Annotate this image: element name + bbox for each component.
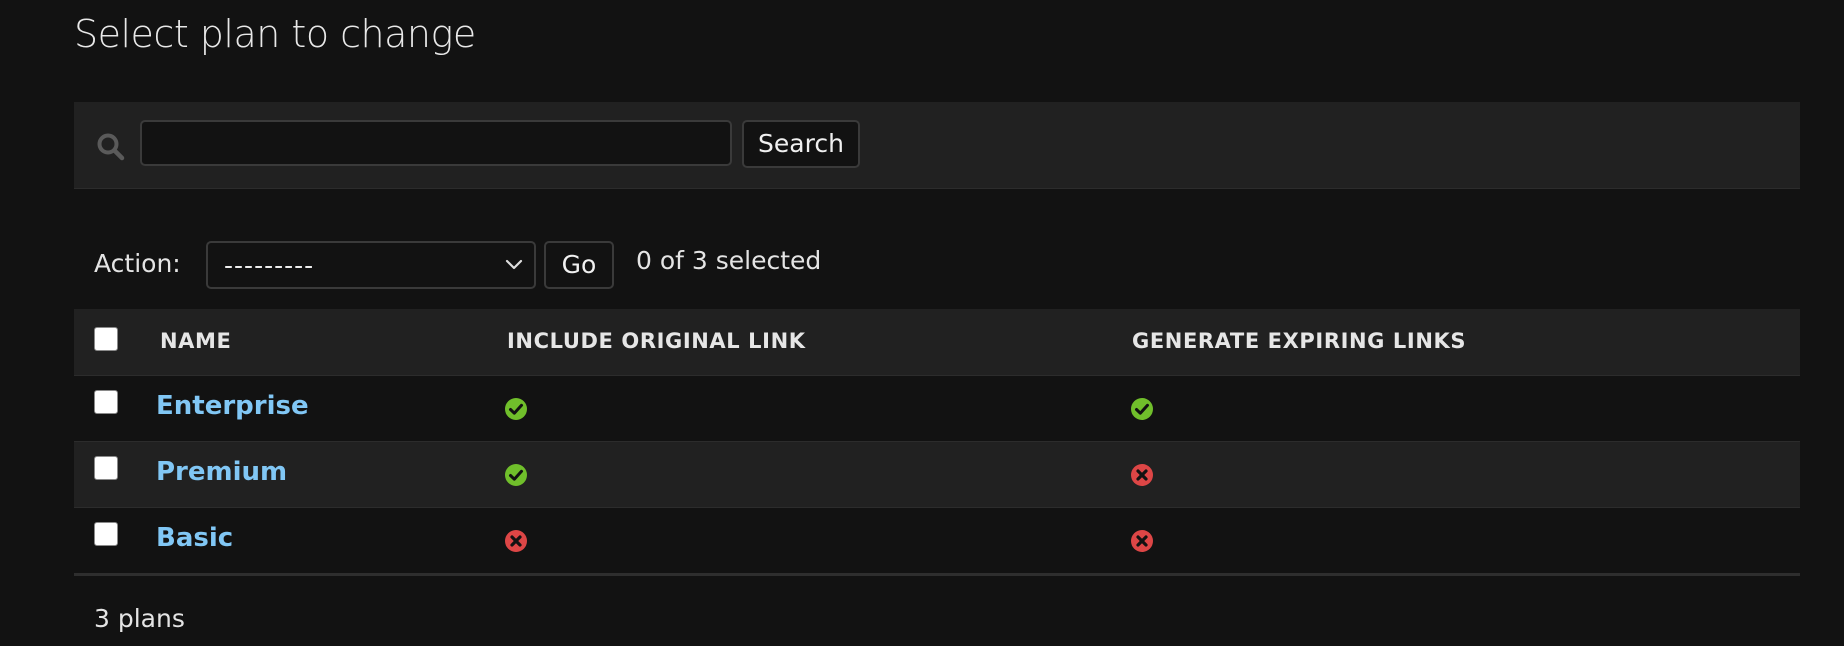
plan-link-enterprise[interactable]: Enterprise bbox=[156, 391, 309, 421]
results-table: Name Include original link Generate expi… bbox=[74, 309, 1800, 576]
check-circle-icon bbox=[505, 464, 527, 486]
chevron-down-icon bbox=[505, 259, 523, 270]
table-row: Basic bbox=[74, 508, 1800, 576]
changelist-page: Select plan to change Search Action: ---… bbox=[0, 0, 1844, 646]
check-circle-icon bbox=[505, 398, 527, 420]
table-row: Premium bbox=[74, 442, 1800, 508]
search-icon bbox=[97, 133, 125, 161]
column-header-generate-expiring-links[interactable]: Generate expiring links bbox=[1132, 329, 1466, 353]
plan-link-premium[interactable]: Premium bbox=[156, 457, 287, 487]
select-all-checkbox[interactable] bbox=[94, 327, 118, 351]
plan-link-basic[interactable]: Basic bbox=[156, 523, 233, 553]
search-button[interactable]: Search bbox=[742, 120, 860, 168]
row-checkbox[interactable] bbox=[94, 456, 118, 480]
search-bar: Search bbox=[74, 102, 1800, 189]
column-header-include-original-link[interactable]: Include original link bbox=[507, 329, 806, 353]
action-select-value: --------- bbox=[224, 251, 315, 280]
row-checkbox[interactable] bbox=[94, 522, 118, 546]
go-button[interactable]: Go bbox=[544, 241, 614, 289]
action-select[interactable]: --------- bbox=[206, 241, 536, 289]
result-count: 3 plans bbox=[94, 604, 185, 633]
page-title: Select plan to change bbox=[74, 12, 476, 56]
action-label: Action: bbox=[94, 249, 181, 278]
check-circle-icon bbox=[1131, 398, 1153, 420]
x-circle-icon bbox=[1131, 530, 1153, 552]
table-header: Name Include original link Generate expi… bbox=[74, 309, 1800, 376]
column-header-name[interactable]: Name bbox=[160, 329, 231, 353]
search-input[interactable] bbox=[140, 120, 732, 166]
selection-count: 0 of 3 selected bbox=[636, 246, 822, 275]
row-checkbox[interactable] bbox=[94, 390, 118, 414]
x-circle-icon bbox=[505, 530, 527, 552]
x-circle-icon bbox=[1131, 464, 1153, 486]
table-row: Enterprise bbox=[74, 376, 1800, 442]
